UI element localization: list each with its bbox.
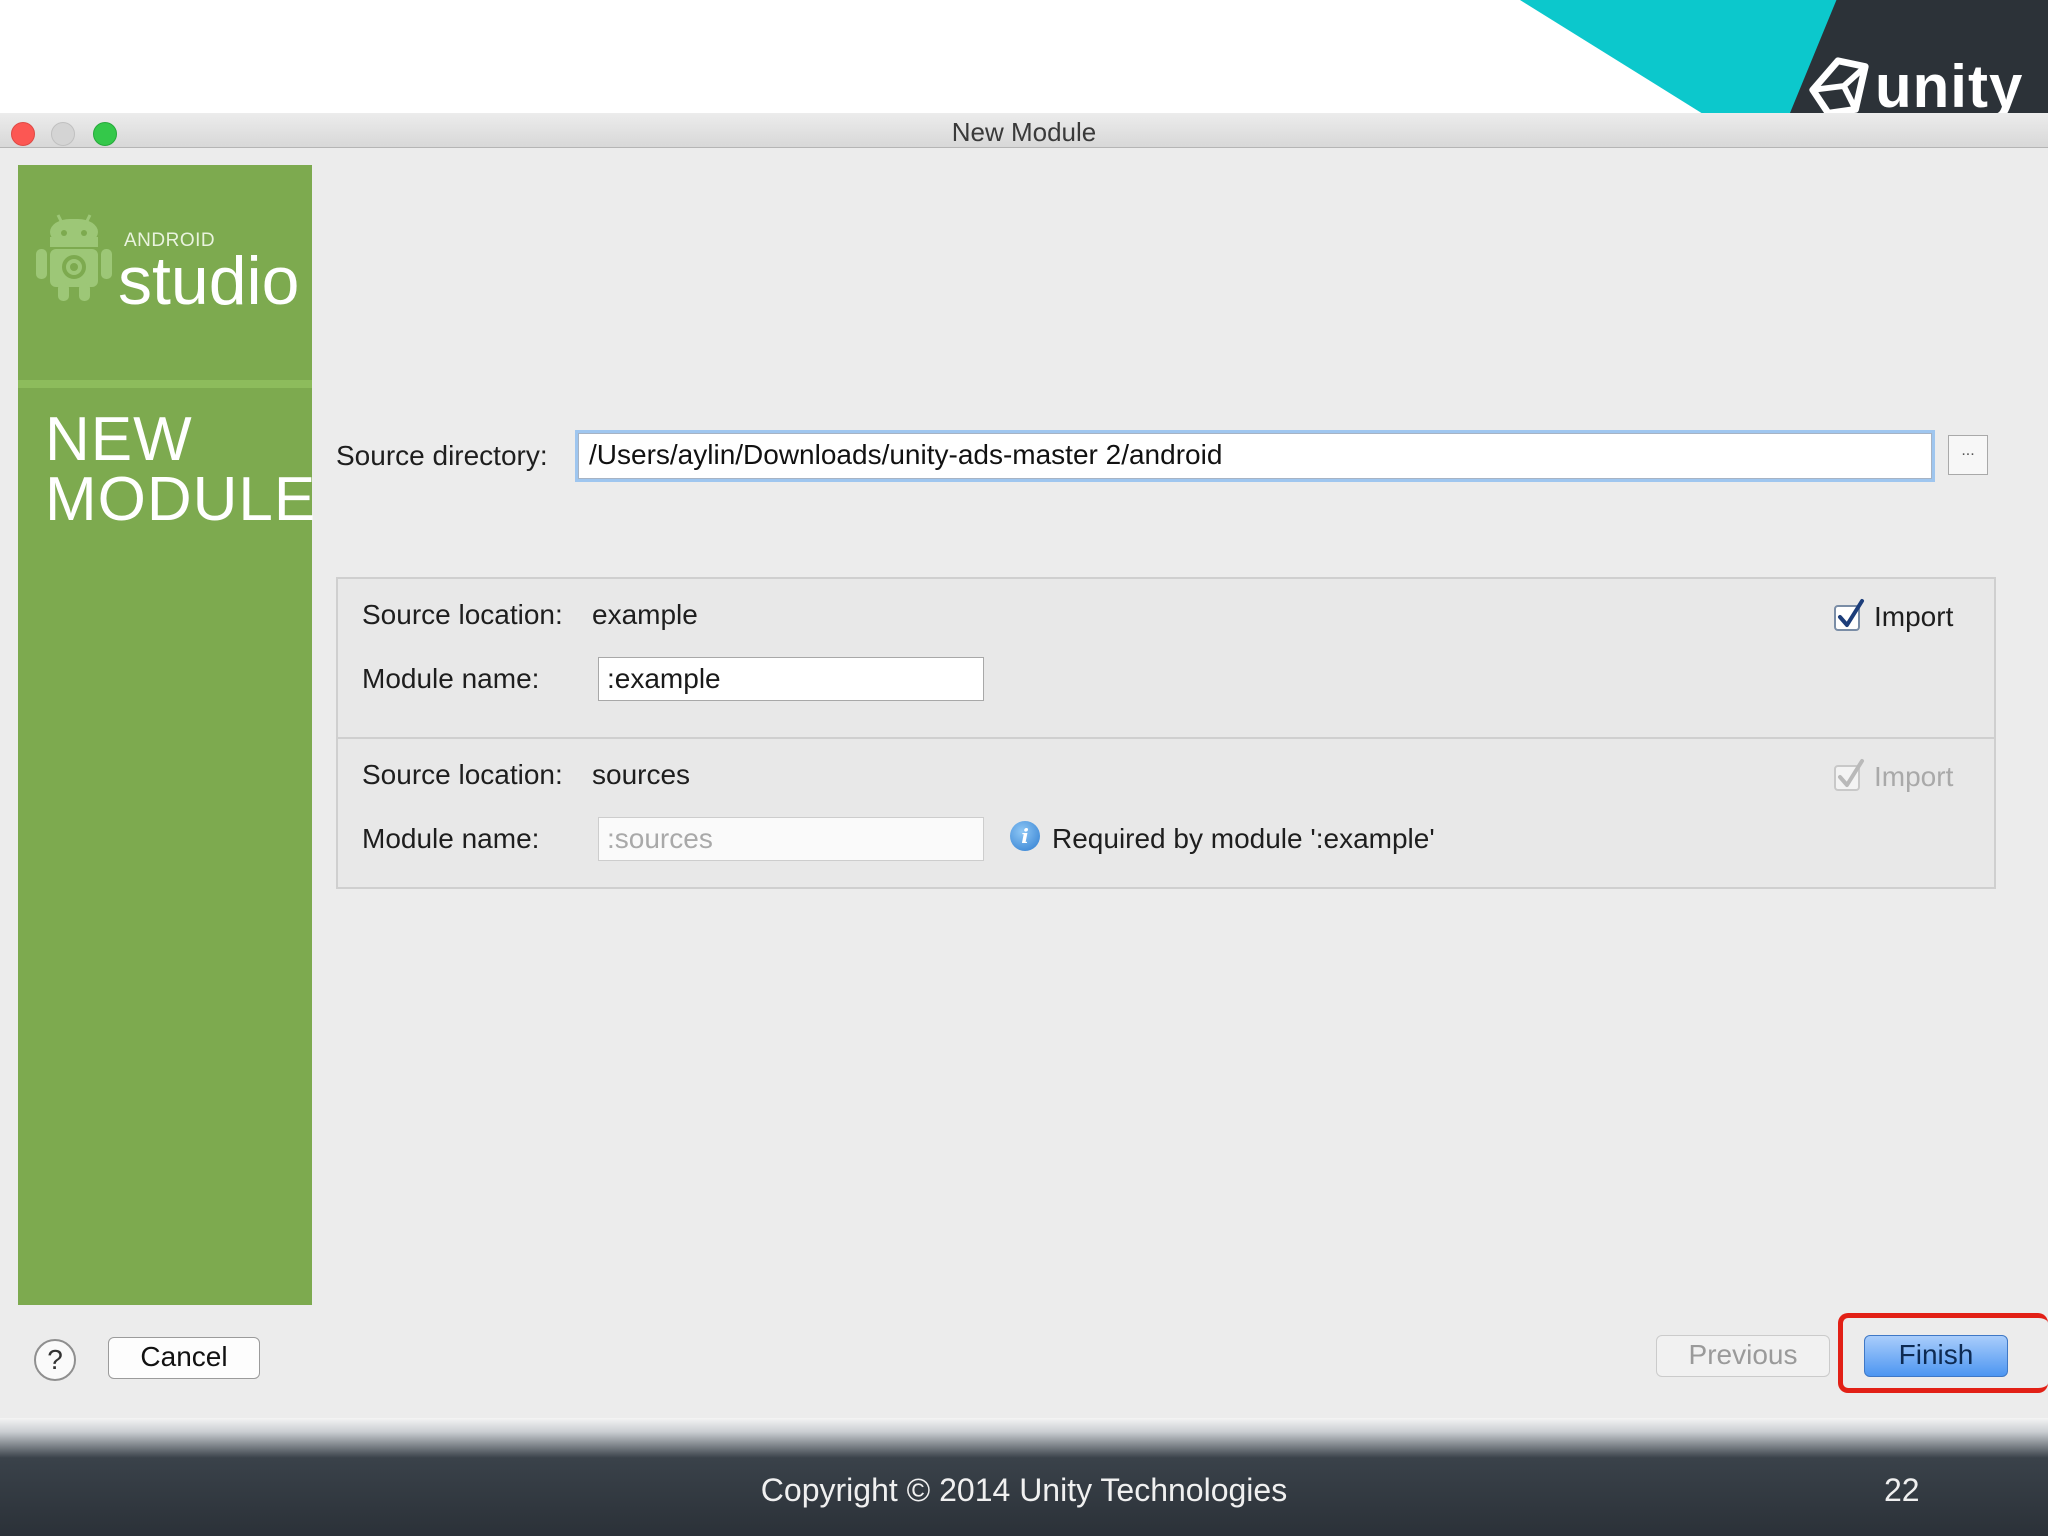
browse-button[interactable]: ... <box>1948 435 1988 475</box>
module-2-import-label: Import <box>1874 761 1954 792</box>
source-directory-label: Source directory: <box>336 440 548 471</box>
unity-logo-text: unity <box>1875 53 2024 114</box>
sidebar-heading: NEW MODULE <box>45 405 317 534</box>
new-module-dialog: New Module ANDROID studio NEW MODULE Sou… <box>0 113 2048 1418</box>
brand-studio-label: studio <box>118 243 300 319</box>
module-1-name-input[interactable]: :example <box>598 657 984 701</box>
window-title: New Module <box>951 117 1097 147</box>
android-robot-icon <box>36 214 112 301</box>
module-1-name-label: Module name: <box>362 663 540 694</box>
module-1-location-label: Source location: <box>362 599 563 630</box>
help-button[interactable]: ? <box>34 1339 76 1381</box>
module-2-location-value: sources <box>592 759 691 790</box>
module-2-name-label: Module name: <box>362 823 540 854</box>
window-titlebar[interactable]: New Module <box>0 113 2048 148</box>
info-icon: i <box>1010 821 1040 851</box>
module-2-name-input: :sources <box>598 817 984 861</box>
checkmark-icon <box>1838 759 1864 787</box>
slide-copyright: Copyright © 2014 Unity Technologies <box>760 1472 1288 1508</box>
unity-cube-icon <box>1809 57 1869 114</box>
module-2-info-message: Required by module ':example' <box>1052 823 1435 854</box>
cancel-button[interactable]: Cancel <box>108 1337 260 1379</box>
wizard-sidebar: ANDROID studio NEW MODULE <box>18 165 315 1305</box>
finish-highlight-annotation <box>1838 1313 2048 1393</box>
module-1-import-label: Import <box>1874 601 1954 632</box>
sidebar-divider <box>18 380 312 388</box>
previous-button: Previous <box>1656 1335 1830 1377</box>
module-1-location-value: example <box>592 599 698 630</box>
sidebar-heading-line2: MODULE <box>45 465 317 534</box>
module-1-import-checkbox[interactable] <box>1834 599 1864 631</box>
modules-panel: Source location: example Import Module n… <box>336 577 1996 889</box>
module-2-location-label: Source location: <box>362 759 563 790</box>
sidebar-heading-line1: NEW <box>45 405 193 474</box>
checkmark-icon <box>1838 599 1864 627</box>
slide-page-number: 22 <box>1884 1472 1920 1508</box>
module-2-import-checkbox <box>1834 759 1864 791</box>
unity-logo: unity <box>1805 52 2023 114</box>
source-directory-input[interactable]: /Users/aylin/Downloads/unity-ads-master … <box>578 433 1932 479</box>
module-separator <box>338 737 1994 739</box>
